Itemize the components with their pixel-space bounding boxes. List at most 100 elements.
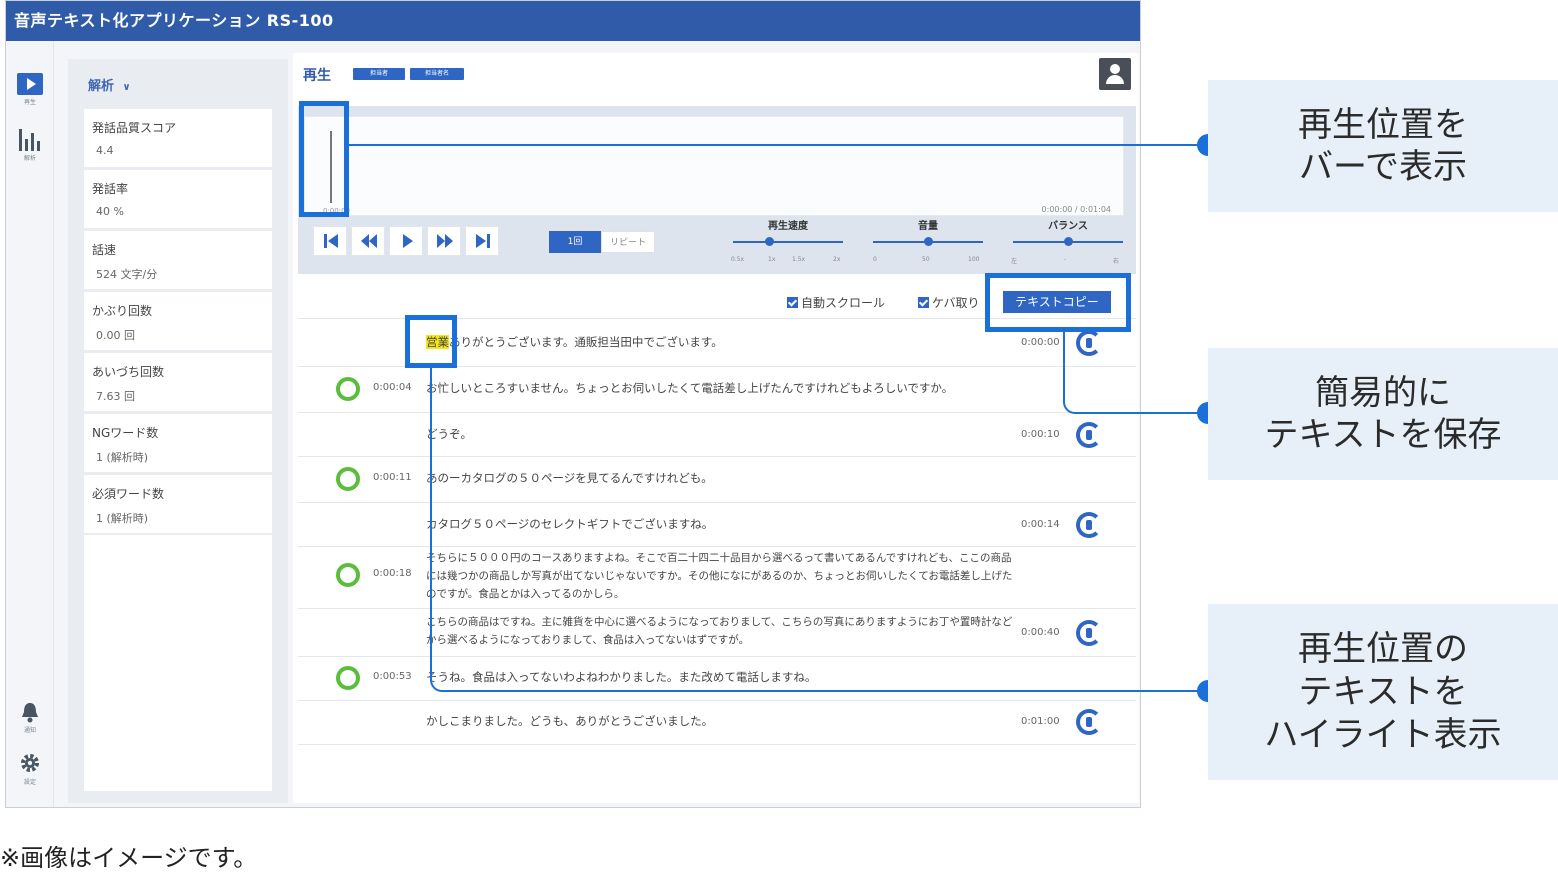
callout-line: 簡易的に <box>1315 373 1451 413</box>
rail-analysis[interactable]: 解析 <box>6 127 54 162</box>
connector-line-save-h <box>1086 412 1208 414</box>
balance-tick: 右 <box>1113 258 1120 265</box>
volume-tick: 0 <box>873 256 877 263</box>
customer-speaker-icon <box>336 563 360 587</box>
skip-start-icon <box>324 234 338 248</box>
customer-speaker-icon <box>336 666 360 690</box>
rail-play-label: 再生 <box>23 99 36 106</box>
waveform[interactable]: 0:00:00 0:00:00 / 0:01:04 <box>304 116 1124 216</box>
timestamp: 0:00:18 <box>373 568 412 579</box>
volume-tick: 100 <box>968 256 980 263</box>
agent-tag: 担当者 <box>353 68 405 80</box>
stat-label: 発話品質スコア <box>92 121 177 135</box>
stat-label: あいづち回数 <box>92 365 165 379</box>
transcript-row[interactable]: こちらの商品はですね。主に雑貨を中心に選べるようになっておりまして、こちらの写真… <box>298 609 1136 657</box>
transcript-row[interactable]: 0:00:18 そちらに５０００円のコースありますよね。そこで百二十四二十品目か… <box>298 547 1136 609</box>
auto-scroll-checkbox[interactable]: 自動スクロール <box>787 294 885 311</box>
customer-speaker-icon <box>336 377 360 401</box>
speed-tick: 1x <box>768 256 776 263</box>
playback-time: 0:00:00 / 0:01:04 <box>1041 205 1111 214</box>
volume-label: 音量 <box>918 221 938 232</box>
stat-label: かぶり回数 <box>92 304 153 318</box>
connector-line-highlight-h <box>445 690 1208 692</box>
filler-removal-checkbox[interactable]: ケバ取り <box>918 294 980 311</box>
user-avatar-button[interactable] <box>1099 58 1131 90</box>
transcript-text: かしこまりました。どうも、ありがとうございました。 <box>426 714 714 728</box>
speed-slider-knob[interactable] <box>764 237 774 246</box>
customer-speaker-icon <box>336 467 360 491</box>
speed-tick: 2x <box>833 256 841 263</box>
skip-start-button[interactable] <box>313 226 347 256</box>
speed-slider[interactable] <box>733 241 843 243</box>
callout-line: ハイライト表示 <box>1264 715 1502 755</box>
stat-value: 1 (解析時) <box>96 512 149 525</box>
checkbox-checked-icon <box>918 297 929 308</box>
stat-value: 1 (解析時) <box>96 451 149 464</box>
balance-label: バランス <box>1048 221 1088 232</box>
auto-scroll-label: 自動スクロール <box>801 296 886 310</box>
transcript-text: どうぞ。 <box>426 427 472 441</box>
rail-settings-label: 設定 <box>23 779 36 786</box>
stat-card: かぶり回数 0.00 回 <box>84 292 272 350</box>
stat-card: あいづち回数 7.63 回 <box>84 353 272 411</box>
operator-speaker-icon <box>1076 620 1102 646</box>
stat-card: 発話率 40 % <box>84 170 272 228</box>
transcript-row[interactable]: カタログ５０ページのセレクトギフトでございますね。 0:00:14 <box>298 503 1136 547</box>
volume-slider-knob[interactable] <box>923 237 933 246</box>
filler-removal-label: ケバ取り <box>932 296 980 310</box>
stat-card: 発話品質スコア 4.4 <box>84 109 272 167</box>
connector-line-highlight <box>430 368 432 678</box>
callout-line: テキストを保存 <box>1264 415 1502 455</box>
callout-save-text: 簡易的に テキストを保存 <box>1208 348 1558 480</box>
transcript-text: そちらに５０００円のコースありますよね。そこで百二十四二十品目から選べるって書い… <box>426 552 1013 600</box>
chevron-down-icon: ∨ <box>122 82 131 93</box>
transcript-row[interactable]: かしこまりました。どうも、ありがとうございました。 0:01:00 <box>298 701 1136 745</box>
rail-notify[interactable]: 通知 <box>6 701 54 734</box>
stat-label: 発話率 <box>92 182 129 196</box>
checkbox-checked-icon <box>787 297 798 308</box>
transcript-row[interactable]: 0:00:11 あのーカタログの５０ページを見てるんですけれども。 <box>298 457 1136 503</box>
callout-line: テキストを <box>1298 672 1468 712</box>
analysis-dropdown[interactable]: 解析 ∨ <box>88 75 131 94</box>
app-window: 音声テキスト化アプリケーション RS-100 再生 解析 通知 設定 解析 ∨ … <box>5 0 1141 808</box>
rail-play[interactable]: 再生 <box>6 73 54 106</box>
stat-label: 話速 <box>92 243 117 257</box>
rail-settings[interactable]: 設定 <box>6 751 54 786</box>
player-title: 再生 <box>303 68 331 84</box>
stat-value: 0.00 回 <box>96 329 135 342</box>
stat-card: 話速 524 文字/分 <box>84 231 272 289</box>
repeat-toggle[interactable]: リピート <box>601 231 655 253</box>
transcript-row[interactable]: 0:00:04 お忙しいところすいません。ちょっとお伺いしたくて電話差し上げたん… <box>298 367 1136 413</box>
stat-value: 40 % <box>96 205 124 218</box>
user-icon <box>1110 64 1120 74</box>
agent-name-tag: 担当者名 <box>410 68 464 80</box>
timestamp: 0:00:10 <box>1021 429 1060 440</box>
balance-tick: - <box>1064 256 1067 263</box>
timestamp: 0:01:00 <box>1021 716 1060 727</box>
transcript-text: お忙しいところすいません。ちょっとお伺いしたくて電話差し上げたんですけれどもよろ… <box>426 381 954 395</box>
player-panel: 0:00:00 0:00:00 / 0:01:04 1回 リピート 再生速度 0… <box>298 106 1136 274</box>
analysis-panel: 解析 ∨ 発話品質スコア 4.4 発話率 40 % 話速 524 文字/分 かぶ… <box>68 59 288 803</box>
loop-once-toggle[interactable]: 1回 <box>549 231 601 253</box>
timestamp: 0:00:53 <box>373 671 412 682</box>
stats-empty-area <box>84 535 272 791</box>
play-icon <box>17 73 43 95</box>
gear-icon <box>21 754 39 772</box>
play-button[interactable] <box>389 226 423 256</box>
stat-value: 4.4 <box>96 144 114 157</box>
window-title: 音声テキスト化アプリケーション RS-100 <box>6 1 1140 41</box>
fast-forward-button[interactable] <box>427 226 461 256</box>
speed-tick: 1.5x <box>792 256 806 263</box>
copy-button-highlight-box <box>985 273 1131 332</box>
transcript-row[interactable]: どうぞ。 0:00:10 <box>298 413 1136 457</box>
connector-line-save <box>1063 332 1065 402</box>
callout-line: バーで表示 <box>1299 147 1467 187</box>
speed-tick: 0.5x <box>731 256 745 263</box>
transcript-row[interactable]: 0:00:53 そうね。食品は入ってないわよねわかりました。また改めて電話します… <box>298 657 1136 701</box>
rewind-button[interactable] <box>351 226 385 256</box>
balance-slider-knob[interactable] <box>1063 237 1073 246</box>
transcript-text-rest: ありがとうございます。通販担当田中でございます。 <box>449 335 723 349</box>
skip-end-button[interactable] <box>465 226 499 256</box>
speed-label: 再生速度 <box>768 221 808 232</box>
callout-highlight-text: 再生位置の テキストを ハイライト表示 <box>1208 604 1558 780</box>
